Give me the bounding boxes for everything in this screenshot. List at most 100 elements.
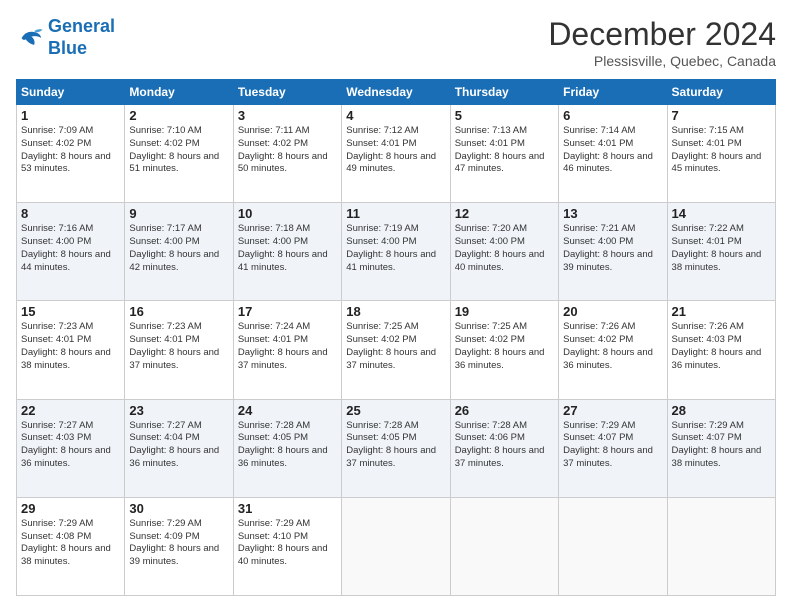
day-number: 24 (238, 403, 337, 418)
calendar-cell: 13 Sunrise: 7:21 AM Sunset: 4:00 PM Dayl… (559, 203, 667, 301)
day-number: 8 (21, 206, 120, 221)
day-info: Sunrise: 7:29 AM Sunset: 4:08 PM Dayligh… (21, 518, 120, 569)
day-number: 15 (21, 304, 120, 319)
day-info: Sunrise: 7:16 AM Sunset: 4:00 PM Dayligh… (21, 223, 120, 274)
day-number: 19 (455, 304, 554, 319)
calendar-cell: 26 Sunrise: 7:28 AM Sunset: 4:06 PM Dayl… (450, 399, 558, 497)
weekday-header: Sunday (17, 80, 125, 105)
day-info: Sunrise: 7:27 AM Sunset: 4:03 PM Dayligh… (21, 420, 120, 471)
day-info: Sunrise: 7:15 AM Sunset: 4:01 PM Dayligh… (672, 125, 771, 176)
day-number: 23 (129, 403, 228, 418)
weekday-header: Monday (125, 80, 233, 105)
calendar-cell: 21 Sunrise: 7:26 AM Sunset: 4:03 PM Dayl… (667, 301, 775, 399)
day-info: Sunrise: 7:29 AM Sunset: 4:10 PM Dayligh… (238, 518, 337, 569)
day-info: Sunrise: 7:23 AM Sunset: 4:01 PM Dayligh… (129, 321, 228, 372)
logo-text: General Blue (48, 16, 115, 59)
calendar-cell: 12 Sunrise: 7:20 AM Sunset: 4:00 PM Dayl… (450, 203, 558, 301)
day-number: 5 (455, 108, 554, 123)
calendar-cell: 7 Sunrise: 7:15 AM Sunset: 4:01 PM Dayli… (667, 105, 775, 203)
day-number: 13 (563, 206, 662, 221)
day-number: 6 (563, 108, 662, 123)
day-info: Sunrise: 7:29 AM Sunset: 4:07 PM Dayligh… (672, 420, 771, 471)
day-info: Sunrise: 7:23 AM Sunset: 4:01 PM Dayligh… (21, 321, 120, 372)
day-number: 4 (346, 108, 445, 123)
day-info: Sunrise: 7:14 AM Sunset: 4:01 PM Dayligh… (563, 125, 662, 176)
day-number: 12 (455, 206, 554, 221)
calendar-cell: 25 Sunrise: 7:28 AM Sunset: 4:05 PM Dayl… (342, 399, 450, 497)
page: General Blue December 2024 Plessisville,… (0, 0, 792, 612)
calendar-cell: 10 Sunrise: 7:18 AM Sunset: 4:00 PM Dayl… (233, 203, 341, 301)
title-block: December 2024 Plessisville, Quebec, Cana… (548, 16, 776, 69)
header: General Blue December 2024 Plessisville,… (16, 16, 776, 69)
day-info: Sunrise: 7:28 AM Sunset: 4:05 PM Dayligh… (346, 420, 445, 471)
day-info: Sunrise: 7:13 AM Sunset: 4:01 PM Dayligh… (455, 125, 554, 176)
calendar-cell (450, 497, 558, 595)
calendar-cell: 17 Sunrise: 7:24 AM Sunset: 4:01 PM Dayl… (233, 301, 341, 399)
day-number: 11 (346, 206, 445, 221)
day-info: Sunrise: 7:28 AM Sunset: 4:06 PM Dayligh… (455, 420, 554, 471)
calendar-cell: 15 Sunrise: 7:23 AM Sunset: 4:01 PM Dayl… (17, 301, 125, 399)
calendar-cell: 31 Sunrise: 7:29 AM Sunset: 4:10 PM Dayl… (233, 497, 341, 595)
calendar-cell: 6 Sunrise: 7:14 AM Sunset: 4:01 PM Dayli… (559, 105, 667, 203)
day-number: 26 (455, 403, 554, 418)
calendar-cell: 24 Sunrise: 7:28 AM Sunset: 4:05 PM Dayl… (233, 399, 341, 497)
calendar-cell (559, 497, 667, 595)
day-info: Sunrise: 7:21 AM Sunset: 4:00 PM Dayligh… (563, 223, 662, 274)
calendar-cell: 8 Sunrise: 7:16 AM Sunset: 4:00 PM Dayli… (17, 203, 125, 301)
day-number: 21 (672, 304, 771, 319)
day-info: Sunrise: 7:25 AM Sunset: 4:02 PM Dayligh… (346, 321, 445, 372)
day-info: Sunrise: 7:09 AM Sunset: 4:02 PM Dayligh… (21, 125, 120, 176)
calendar-cell: 30 Sunrise: 7:29 AM Sunset: 4:09 PM Dayl… (125, 497, 233, 595)
calendar-cell: 20 Sunrise: 7:26 AM Sunset: 4:02 PM Dayl… (559, 301, 667, 399)
day-number: 1 (21, 108, 120, 123)
calendar-cell: 18 Sunrise: 7:25 AM Sunset: 4:02 PM Dayl… (342, 301, 450, 399)
calendar-cell: 1 Sunrise: 7:09 AM Sunset: 4:02 PM Dayli… (17, 105, 125, 203)
subtitle: Plessisville, Quebec, Canada (548, 53, 776, 69)
calendar-cell: 29 Sunrise: 7:29 AM Sunset: 4:08 PM Dayl… (17, 497, 125, 595)
day-number: 9 (129, 206, 228, 221)
day-number: 3 (238, 108, 337, 123)
day-number: 25 (346, 403, 445, 418)
day-info: Sunrise: 7:20 AM Sunset: 4:00 PM Dayligh… (455, 223, 554, 274)
day-number: 7 (672, 108, 771, 123)
day-number: 10 (238, 206, 337, 221)
day-info: Sunrise: 7:19 AM Sunset: 4:00 PM Dayligh… (346, 223, 445, 274)
weekday-header: Wednesday (342, 80, 450, 105)
day-info: Sunrise: 7:22 AM Sunset: 4:01 PM Dayligh… (672, 223, 771, 274)
calendar-table: SundayMondayTuesdayWednesdayThursdayFrid… (16, 79, 776, 596)
day-info: Sunrise: 7:12 AM Sunset: 4:01 PM Dayligh… (346, 125, 445, 176)
logo: General Blue (16, 16, 115, 59)
day-number: 16 (129, 304, 228, 319)
day-number: 30 (129, 501, 228, 516)
day-info: Sunrise: 7:17 AM Sunset: 4:00 PM Dayligh… (129, 223, 228, 274)
calendar-cell: 5 Sunrise: 7:13 AM Sunset: 4:01 PM Dayli… (450, 105, 558, 203)
day-info: Sunrise: 7:28 AM Sunset: 4:05 PM Dayligh… (238, 420, 337, 471)
calendar-cell: 22 Sunrise: 7:27 AM Sunset: 4:03 PM Dayl… (17, 399, 125, 497)
logo-icon (16, 24, 44, 52)
day-info: Sunrise: 7:27 AM Sunset: 4:04 PM Dayligh… (129, 420, 228, 471)
day-number: 2 (129, 108, 228, 123)
weekday-header: Tuesday (233, 80, 341, 105)
day-info: Sunrise: 7:29 AM Sunset: 4:07 PM Dayligh… (563, 420, 662, 471)
weekday-header: Saturday (667, 80, 775, 105)
day-info: Sunrise: 7:26 AM Sunset: 4:03 PM Dayligh… (672, 321, 771, 372)
calendar-cell: 11 Sunrise: 7:19 AM Sunset: 4:00 PM Dayl… (342, 203, 450, 301)
day-number: 28 (672, 403, 771, 418)
day-info: Sunrise: 7:10 AM Sunset: 4:02 PM Dayligh… (129, 125, 228, 176)
day-info: Sunrise: 7:11 AM Sunset: 4:02 PM Dayligh… (238, 125, 337, 176)
calendar-cell: 14 Sunrise: 7:22 AM Sunset: 4:01 PM Dayl… (667, 203, 775, 301)
calendar-cell: 27 Sunrise: 7:29 AM Sunset: 4:07 PM Dayl… (559, 399, 667, 497)
calendar-cell: 16 Sunrise: 7:23 AM Sunset: 4:01 PM Dayl… (125, 301, 233, 399)
main-title: December 2024 (548, 16, 776, 53)
weekday-header: Thursday (450, 80, 558, 105)
day-number: 14 (672, 206, 771, 221)
day-number: 27 (563, 403, 662, 418)
calendar-cell: 19 Sunrise: 7:25 AM Sunset: 4:02 PM Dayl… (450, 301, 558, 399)
calendar-cell (342, 497, 450, 595)
calendar-cell: 23 Sunrise: 7:27 AM Sunset: 4:04 PM Dayl… (125, 399, 233, 497)
calendar-cell (667, 497, 775, 595)
day-number: 17 (238, 304, 337, 319)
calendar-cell: 9 Sunrise: 7:17 AM Sunset: 4:00 PM Dayli… (125, 203, 233, 301)
day-number: 29 (21, 501, 120, 516)
day-info: Sunrise: 7:29 AM Sunset: 4:09 PM Dayligh… (129, 518, 228, 569)
